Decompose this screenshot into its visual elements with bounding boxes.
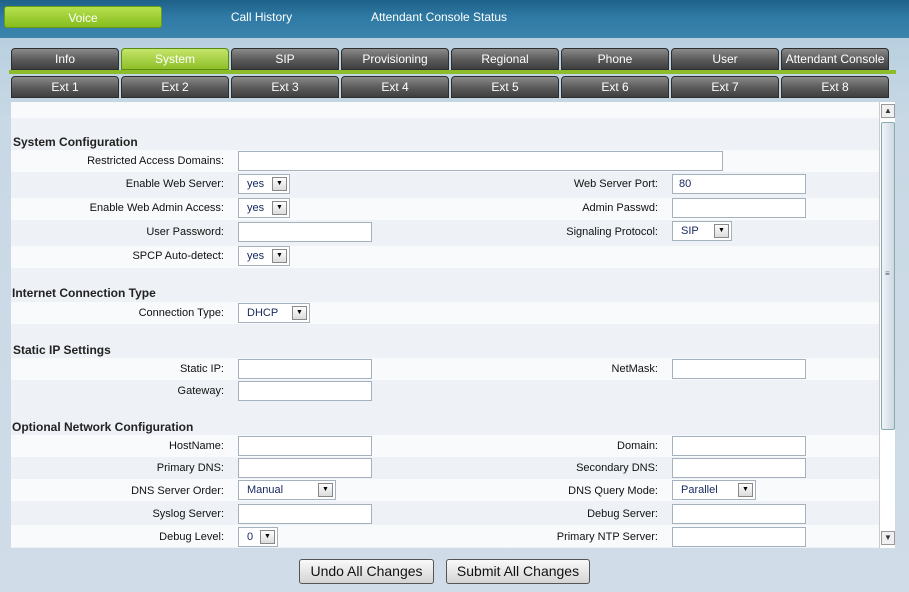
debug-level-label: Debug Level: bbox=[159, 531, 224, 543]
netmask-label: NetMask: bbox=[611, 363, 658, 375]
call-history-tab[interactable]: Call History bbox=[205, 6, 318, 28]
tab-user[interactable]: User bbox=[671, 48, 779, 70]
static-ip-label: Static IP: bbox=[179, 363, 224, 375]
primary-ntp-server-input[interactable] bbox=[672, 527, 806, 547]
user-password-input[interactable] bbox=[238, 222, 372, 242]
dns-server-order-label: DNS Server Order: bbox=[131, 485, 224, 497]
web-server-port-label: Web Server Port: bbox=[573, 178, 658, 190]
submit-all-changes-button[interactable]: Submit All Changes bbox=[446, 559, 590, 584]
section-static-ip-settings: Static IP Settings bbox=[13, 343, 111, 357]
section-optional-network-configuration: Optional Network Configuration bbox=[12, 420, 194, 434]
connection-type-select[interactable]: DHCP ▼ bbox=[238, 303, 310, 323]
tab-ext-2[interactable]: Ext 2 bbox=[121, 76, 229, 98]
spcp-auto-detect-label: SPCP Auto-detect: bbox=[132, 250, 224, 262]
chevron-down-icon: ▼ bbox=[738, 483, 753, 497]
tab-attendant-console[interactable]: Attendant Console bbox=[781, 48, 889, 70]
section-system-configuration: System Configuration bbox=[13, 135, 138, 149]
enable-web-admin-access-label: Enable Web Admin Access: bbox=[89, 202, 224, 214]
chevron-down-icon: ▼ bbox=[272, 177, 287, 191]
restricted-access-domains-label: Restricted Access Domains: bbox=[87, 155, 224, 167]
dns-server-order-value: Manual bbox=[247, 484, 284, 496]
tab-ext-4[interactable]: Ext 4 bbox=[341, 76, 449, 98]
restricted-access-domains-input[interactable] bbox=[238, 151, 723, 171]
tab-ext-8[interactable]: Ext 8 bbox=[781, 76, 889, 98]
tab-regional[interactable]: Regional bbox=[451, 48, 559, 70]
enable-web-admin-access-value: yes bbox=[247, 202, 265, 214]
tab-underline bbox=[9, 70, 896, 74]
domain-label: Domain: bbox=[617, 440, 658, 452]
signaling-protocol-label: Signaling Protocol: bbox=[566, 226, 658, 238]
chevron-down-icon: ▼ bbox=[292, 306, 307, 320]
static-ip-input[interactable] bbox=[238, 359, 372, 379]
tab-ext-6[interactable]: Ext 6 bbox=[561, 76, 669, 98]
user-password-label: User Password: bbox=[146, 226, 224, 238]
tab-sip[interactable]: SIP bbox=[231, 48, 339, 70]
chevron-down-icon: ▼ bbox=[318, 483, 333, 497]
tab-info[interactable]: Info bbox=[11, 48, 119, 70]
signaling-protocol-select[interactable]: SIP ▼ bbox=[672, 221, 732, 241]
tab-provisioning[interactable]: Provisioning bbox=[341, 48, 449, 70]
domain-input[interactable] bbox=[672, 436, 806, 456]
scroll-down-arrow-icon[interactable]: ▼ bbox=[881, 531, 895, 545]
tab-ext-5[interactable]: Ext 5 bbox=[451, 76, 559, 98]
vertical-scrollbar[interactable]: ▲ ≡ ▼ bbox=[879, 102, 895, 548]
primary-ntp-server-label: Primary NTP Server: bbox=[556, 531, 658, 543]
syslog-server-label: Syslog Server: bbox=[152, 508, 224, 520]
connection-type-value: DHCP bbox=[247, 307, 279, 319]
chevron-down-icon: ▼ bbox=[714, 224, 729, 238]
spcp-auto-detect-select[interactable]: yes ▼ bbox=[238, 246, 290, 266]
enable-web-admin-access-select[interactable]: yes ▼ bbox=[238, 198, 290, 218]
tab-ext-7[interactable]: Ext 7 bbox=[671, 76, 779, 98]
enable-web-server-label: Enable Web Server: bbox=[125, 178, 224, 190]
tab-ext-1[interactable]: Ext 1 bbox=[11, 76, 119, 98]
enable-web-server-select[interactable]: yes ▼ bbox=[238, 174, 290, 194]
scrollbar-thumb[interactable]: ≡ bbox=[881, 122, 895, 430]
dns-server-order-select[interactable]: Manual ▼ bbox=[238, 480, 336, 500]
syslog-server-input[interactable] bbox=[238, 504, 372, 524]
dns-query-mode-value: Parallel bbox=[681, 484, 718, 496]
debug-server-input[interactable] bbox=[672, 504, 806, 524]
secondary-dns-label: Secondary DNS: bbox=[576, 462, 658, 474]
undo-all-changes-button[interactable]: Undo All Changes bbox=[299, 559, 434, 584]
tab-ext-3[interactable]: Ext 3 bbox=[231, 76, 339, 98]
row-stripe bbox=[11, 102, 879, 118]
debug-level-value: 0 bbox=[247, 531, 254, 543]
grip-icon: ≡ bbox=[885, 269, 890, 278]
dns-query-mode-select[interactable]: Parallel ▼ bbox=[672, 480, 756, 500]
voice-tab[interactable]: Voice bbox=[4, 6, 162, 28]
netmask-input[interactable] bbox=[672, 359, 806, 379]
enable-web-server-value: yes bbox=[247, 178, 265, 190]
primary-dns-label: Primary DNS: bbox=[156, 462, 224, 474]
scroll-up-arrow-icon[interactable]: ▲ bbox=[881, 104, 895, 118]
debug-server-label: Debug Server: bbox=[587, 508, 658, 520]
hostname-label: HostName: bbox=[168, 440, 224, 452]
admin-passwd-input[interactable] bbox=[672, 198, 806, 218]
web-server-port-input[interactable]: 80 bbox=[672, 174, 806, 194]
settings-panel: System Configuration Restricted Access D… bbox=[11, 102, 879, 548]
chevron-down-icon: ▼ bbox=[272, 201, 287, 215]
tab-system[interactable]: System bbox=[121, 48, 229, 70]
connection-type-label: Connection Type: bbox=[138, 307, 224, 319]
debug-level-select[interactable]: 0 ▼ bbox=[238, 527, 278, 547]
primary-dns-input[interactable] bbox=[238, 458, 372, 478]
signaling-protocol-value: SIP bbox=[681, 225, 699, 237]
spcp-auto-detect-value: yes bbox=[247, 250, 265, 262]
top-navigation: Voice Call History Attendant Console Sta… bbox=[0, 0, 909, 38]
chevron-down-icon: ▼ bbox=[272, 249, 287, 263]
chevron-down-icon: ▼ bbox=[260, 530, 275, 544]
hostname-input[interactable] bbox=[238, 436, 372, 456]
secondary-dns-input[interactable] bbox=[672, 458, 806, 478]
gateway-label: Gateway: bbox=[177, 385, 224, 397]
gateway-input[interactable] bbox=[238, 381, 372, 401]
section-internet-connection-type: Internet Connection Type bbox=[12, 286, 156, 300]
tab-phone[interactable]: Phone bbox=[561, 48, 669, 70]
attendant-console-status-tab[interactable]: Attendant Console Status bbox=[353, 6, 525, 28]
admin-passwd-label: Admin Passwd: bbox=[582, 202, 658, 214]
dns-query-mode-label: DNS Query Mode: bbox=[568, 485, 658, 497]
